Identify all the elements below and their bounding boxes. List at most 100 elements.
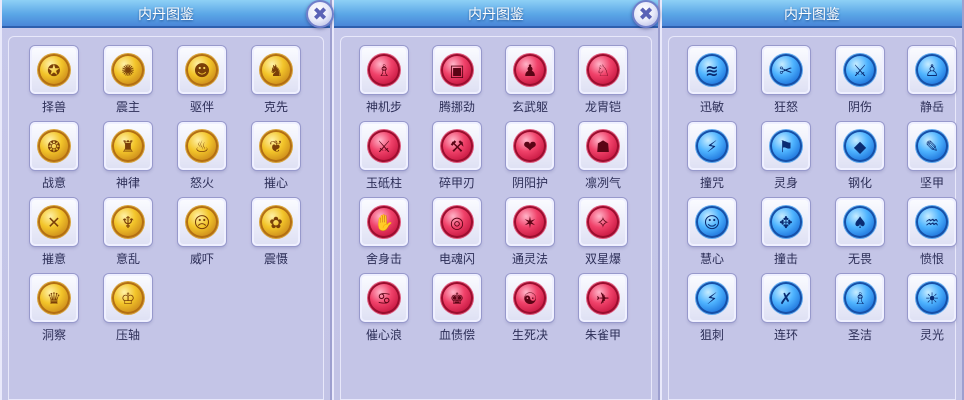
core-item[interactable]: ♠ 无畏 xyxy=(830,198,890,268)
core-name: 舍身击 xyxy=(365,252,402,266)
core-item[interactable]: ♆ 意乱 xyxy=(98,198,158,268)
core-item[interactable]: ⚡ 狙刺 xyxy=(682,274,742,344)
core-tile: ♆ xyxy=(104,198,152,246)
core-item[interactable]: ✂ 狂怒 xyxy=(756,46,816,116)
core-item[interactable]: ⚔ 玉砥柱 xyxy=(354,122,414,192)
core-item[interactable]: ✕ 摧意 xyxy=(24,198,84,268)
core-item[interactable]: ♘ 龙胄铠 xyxy=(573,46,633,116)
core-item[interactable]: ♞ 克先 xyxy=(246,46,306,116)
core-item[interactable]: ✥ 撞击 xyxy=(756,198,816,268)
core-tile: ♞ xyxy=(252,46,300,94)
core-item[interactable]: ❤ 阴阳护 xyxy=(500,122,560,192)
core-item[interactable]: ☗ 凛冽气 xyxy=(573,122,633,192)
core-item[interactable]: ☯ 生死决 xyxy=(500,274,560,344)
core-item[interactable]: ♒ 愤恨 xyxy=(902,198,962,268)
core-tile: ✈ xyxy=(579,274,627,322)
core-item[interactable]: ♋ 催心浪 xyxy=(354,274,414,344)
core-orb-icon: ♙ xyxy=(916,54,948,86)
core-orb-icon: ✧ xyxy=(587,206,619,238)
core-orb-icon: ✥ xyxy=(770,206,802,238)
core-item[interactable]: ♛ 洞察 xyxy=(24,274,84,344)
core-name: 阴阳护 xyxy=(511,176,548,190)
core-name: 圣洁 xyxy=(847,328,872,342)
core-item[interactable]: ≋ 迅敏 xyxy=(682,46,742,116)
core-item[interactable]: ❂ 战意 xyxy=(24,122,84,192)
panel-title: 内丹图鉴 xyxy=(468,7,524,23)
core-tile: ♨ xyxy=(178,122,226,170)
core-item[interactable]: ⚑ 灵身 xyxy=(756,122,816,192)
core-orb-icon: ✋ xyxy=(368,206,400,238)
core-item[interactable]: ♗ 神机步 xyxy=(354,46,414,116)
core-item[interactable]: ✋ 舍身击 xyxy=(354,198,414,268)
core-item[interactable]: ▣ 腾挪劲 xyxy=(427,46,487,116)
core-tile: ☗ xyxy=(579,122,627,170)
core-item[interactable]: ✗ 连环 xyxy=(756,274,816,344)
core-name: 双星爆 xyxy=(584,252,621,266)
core-item[interactable]: ✺ 震主 xyxy=(98,46,158,116)
panel-titlebar: 内丹图鉴 xyxy=(334,0,658,28)
core-item[interactable]: ✈ 朱雀甲 xyxy=(573,274,633,344)
core-item[interactable]: ✿ 震慑 xyxy=(246,198,306,268)
core-orb-icon: ✗ xyxy=(770,282,802,314)
core-orb-icon: ♚ xyxy=(441,282,473,314)
core-item[interactable]: ☀ 灵光 xyxy=(902,274,962,344)
core-item[interactable]: ♔ 压轴 xyxy=(98,274,158,344)
core-name: 怒火 xyxy=(189,176,214,190)
core-item[interactable]: ✎ 坚甲 xyxy=(902,122,962,192)
core-orb-icon: ♋ xyxy=(368,282,400,314)
core-orb-icon: ⚒ xyxy=(441,130,473,162)
core-item[interactable]: ♨ 怒火 xyxy=(172,122,232,192)
core-item[interactable]: ⚡ 撞咒 xyxy=(682,122,742,192)
core-name: 威吓 xyxy=(189,252,214,266)
core-name: 灵光 xyxy=(919,328,944,342)
core-tile: ❤ xyxy=(506,122,554,170)
core-item[interactable]: ◎ 电魂闪 xyxy=(427,198,487,268)
core-orb-icon: ☗ xyxy=(587,130,619,162)
core-tile: ◆ xyxy=(836,122,884,170)
core-item[interactable]: ⚒ 碎甲刃 xyxy=(427,122,487,192)
core-item[interactable]: ♜ 神律 xyxy=(98,122,158,192)
core-item[interactable]: ♚ 血债偿 xyxy=(427,274,487,344)
core-tile: ✧ xyxy=(579,198,627,246)
core-item[interactable]: ♟ 玄武躯 xyxy=(500,46,560,116)
core-orb-icon: ✕ xyxy=(38,206,70,238)
core-name: 狙刺 xyxy=(699,328,724,342)
core-item[interactable]: ♙ 静岳 xyxy=(902,46,962,116)
core-name: 克先 xyxy=(263,100,288,114)
close-button[interactable]: ✖ xyxy=(632,0,660,28)
core-orb-icon: ⚑ xyxy=(770,130,802,162)
core-tile: ✋ xyxy=(360,198,408,246)
core-orb-icon: ☹ xyxy=(186,206,218,238)
core-orb-icon: ⚡ xyxy=(696,130,728,162)
core-orb-icon: ♒ xyxy=(916,206,948,238)
close-icon: ✖ xyxy=(312,3,328,25)
core-item[interactable]: ✶ 通灵法 xyxy=(500,198,560,268)
core-name: 神机步 xyxy=(365,100,402,114)
core-tile: ✺ xyxy=(104,46,152,94)
core-tile: ♔ xyxy=(104,274,152,322)
core-orb-icon: ✈ xyxy=(587,282,619,314)
core-name: 愤恨 xyxy=(919,252,944,266)
core-name: 无畏 xyxy=(847,252,872,266)
core-item[interactable]: ☻ 驱伴 xyxy=(172,46,232,116)
core-name: 通灵法 xyxy=(511,252,548,266)
core-tile: ✗ xyxy=(762,274,810,322)
core-orb-icon: ♆ xyxy=(112,206,144,238)
close-button[interactable]: ✖ xyxy=(306,0,334,28)
core-item[interactable]: ☹ 威吓 xyxy=(172,198,232,268)
core-orb-icon: ❂ xyxy=(38,130,70,162)
core-name: 生死决 xyxy=(511,328,548,342)
core-item[interactable]: ⚔ 阴伤 xyxy=(830,46,890,116)
core-name: 腾挪劲 xyxy=(438,100,475,114)
core-item[interactable]: ✧ 双星爆 xyxy=(573,198,633,268)
core-item[interactable]: ◆ 钢化 xyxy=(830,122,890,192)
core-name: 灵身 xyxy=(773,176,798,190)
core-item[interactable]: ♗ 圣洁 xyxy=(830,274,890,344)
core-item[interactable]: ❦ 摧心 xyxy=(246,122,306,192)
core-tile: ♜ xyxy=(104,122,152,170)
core-tile: ♚ xyxy=(433,274,481,322)
core-tile: ♗ xyxy=(360,46,408,94)
core-item[interactable]: ☺ 慧心 xyxy=(682,198,742,268)
core-tile: ⚔ xyxy=(360,122,408,170)
core-item[interactable]: ✪ 择兽 xyxy=(24,46,84,116)
